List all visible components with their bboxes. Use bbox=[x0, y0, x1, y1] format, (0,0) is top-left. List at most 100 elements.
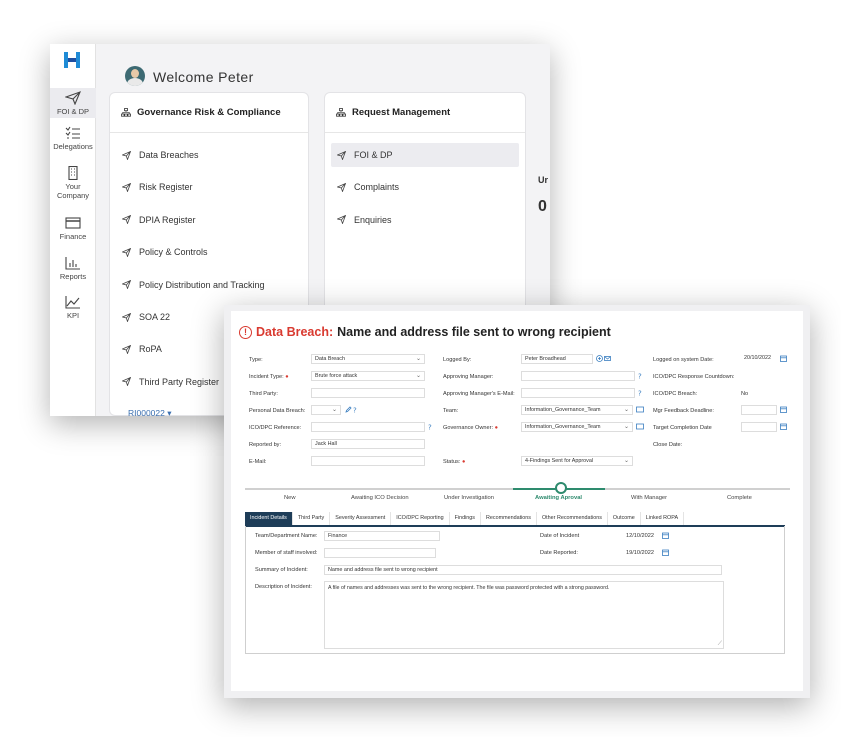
tab-incident-details[interactable]: Incident Details bbox=[245, 512, 293, 525]
data-breach-record-window: ! Data Breach: Name and address file sen… bbox=[224, 305, 810, 698]
record-form: ! Data Breach: Name and address file sen… bbox=[231, 311, 803, 691]
building-icon bbox=[68, 166, 78, 180]
menu-item-label: Data Breaches bbox=[139, 150, 199, 160]
avatar[interactable] bbox=[125, 66, 145, 86]
staff-involved-field[interactable] bbox=[324, 548, 436, 558]
logged-on-date-field[interactable]: 20/10/2022 bbox=[741, 354, 777, 364]
email-field[interactable] bbox=[311, 456, 425, 466]
rm-panel-header: Request Management bbox=[325, 93, 525, 133]
governance-owner-label-text: Governance Owner: bbox=[443, 425, 494, 431]
record-type-label: Data Breach: bbox=[256, 325, 334, 339]
rm-menu-item[interactable]: Enquiries bbox=[331, 208, 519, 232]
incident-type-select[interactable]: Brute force attack ⌄ bbox=[311, 371, 425, 381]
reference-link[interactable]: RI000022 ▾ bbox=[128, 408, 172, 419]
add-user-icon[interactable] bbox=[596, 355, 603, 362]
rail-item-delegations[interactable]: Delegations bbox=[50, 126, 96, 151]
reported-by-label: Reported by: bbox=[249, 442, 282, 448]
resize-handle-icon[interactable]: ⟋ bbox=[718, 641, 722, 648]
tab-ico-dpc-reporting[interactable]: ICO/DPC Reporting bbox=[391, 512, 450, 525]
step-complete[interactable]: Complete bbox=[727, 495, 752, 501]
rail-item-finance[interactable]: Finance bbox=[50, 216, 96, 241]
governance-owner-select[interactable]: Information_Governance_Team ⌄ bbox=[521, 422, 633, 432]
paper-plane-icon bbox=[122, 344, 131, 354]
ico-reference-field[interactable] bbox=[311, 422, 425, 432]
step-awaiting-approval[interactable]: Awaiting Aproval bbox=[535, 495, 582, 501]
rm-menu-item[interactable]: Complaints bbox=[331, 175, 519, 199]
rm-menu-item[interactable]: FOI & DP bbox=[331, 143, 519, 167]
reference-link-text: RI000022 bbox=[128, 408, 165, 418]
mail-icon[interactable] bbox=[604, 355, 611, 362]
paper-plane-icon bbox=[122, 182, 131, 192]
description-label: Description of Incident: bbox=[255, 584, 312, 590]
grc-menu-item[interactable]: Risk Register bbox=[116, 175, 193, 199]
grc-menu-item[interactable]: RoPA bbox=[116, 337, 162, 361]
grc-menu-item[interactable]: Policy & Controls bbox=[116, 240, 208, 264]
tab-outcome[interactable]: Outcome bbox=[608, 512, 641, 525]
grc-menu-item[interactable]: Policy Distribution and Tracking bbox=[116, 273, 265, 297]
approving-manager-email-field[interactable] bbox=[521, 388, 635, 398]
chevron-down-icon: ⌄ bbox=[623, 407, 629, 413]
summary-field[interactable]: Name and address file sent to wrong reci… bbox=[324, 565, 722, 575]
rail-item-reports[interactable]: Reports bbox=[50, 256, 96, 281]
rail-item-your-company[interactable]: Your Company bbox=[50, 166, 96, 200]
id-card-icon[interactable] bbox=[636, 406, 644, 413]
tab-other-recommendations[interactable]: Other Recommendations bbox=[537, 512, 608, 525]
paper-plane-icon bbox=[337, 215, 346, 225]
calendar-icon[interactable] bbox=[780, 406, 787, 413]
help-icon[interactable]: ? bbox=[637, 372, 644, 380]
grc-menu-item[interactable]: Third Party Register bbox=[116, 370, 219, 394]
rail-item-foi-dp[interactable]: FOI & DP bbox=[50, 88, 96, 118]
target-completion-field[interactable] bbox=[741, 422, 777, 432]
rail-item-kpi[interactable]: KPI bbox=[50, 295, 96, 320]
step-awaiting-ico-decision[interactable]: Awaiting ICO Decision bbox=[351, 495, 409, 501]
grc-menu-item[interactable]: SOA 22 bbox=[116, 305, 170, 329]
summary-label: Summary of Incident: bbox=[255, 567, 308, 573]
id-card-icon[interactable] bbox=[636, 423, 644, 430]
step-new[interactable]: New bbox=[284, 495, 296, 501]
mgr-feedback-deadline-field[interactable] bbox=[741, 405, 777, 415]
menu-item-label: Risk Register bbox=[139, 182, 193, 193]
help-icon[interactable]: ? bbox=[637, 389, 644, 397]
chevron-down-icon: ⌄ bbox=[331, 407, 337, 413]
tab-third-party[interactable]: Third Party bbox=[293, 512, 331, 525]
date-reported-value[interactable]: 19/10/2022 bbox=[626, 550, 654, 556]
edit-icon[interactable] bbox=[345, 406, 352, 413]
description-textarea[interactable]: A file of names and addresses was sent t… bbox=[324, 581, 724, 649]
reported-by-field[interactable]: Jack Hall bbox=[311, 439, 425, 449]
help-icon[interactable]: ? bbox=[352, 406, 359, 414]
tab-findings[interactable]: Findings bbox=[450, 512, 482, 525]
grc-menu-item[interactable]: Data Breaches bbox=[116, 143, 199, 167]
personal-data-breach-label: Personal Data Breach: bbox=[249, 408, 306, 414]
team-select[interactable]: Information_Governance_Team ⌄ bbox=[521, 405, 633, 415]
calendar-icon[interactable] bbox=[662, 549, 669, 556]
third-party-field[interactable] bbox=[311, 388, 425, 398]
tab-linked-ropa[interactable]: Linked ROPA bbox=[641, 512, 685, 525]
required-marker: ● bbox=[285, 374, 289, 380]
date-of-incident-label: Date of Incident bbox=[540, 533, 580, 539]
grc-menu-item[interactable]: DPIA Register bbox=[116, 208, 196, 232]
paper-plane-icon bbox=[122, 280, 131, 290]
type-select[interactable]: Data Breach ⌄ bbox=[311, 354, 425, 364]
calendar-icon[interactable] bbox=[780, 423, 787, 430]
calendar-icon[interactable] bbox=[662, 532, 669, 539]
help-icon[interactable]: ? bbox=[427, 423, 434, 431]
paper-plane-icon bbox=[337, 150, 346, 160]
menu-item-label: Policy Distribution and Tracking bbox=[139, 279, 265, 290]
approving-manager-field[interactable] bbox=[521, 371, 635, 381]
tab-severity-assessment[interactable]: Severity Assessment bbox=[330, 512, 392, 525]
team-department-field[interactable]: Finance bbox=[324, 531, 440, 541]
step-with-manager[interactable]: With Manager bbox=[631, 495, 667, 501]
personal-data-breach-select[interactable]: ⌄ bbox=[311, 405, 341, 415]
incident-type-label: Incident Type: ● bbox=[249, 374, 289, 380]
date-reported-label: Date Reported: bbox=[540, 550, 578, 556]
step-under-investigation[interactable]: Under Investigation bbox=[444, 495, 494, 501]
status-select[interactable]: 4-Findings Sent for Approval ⌄ bbox=[521, 456, 633, 466]
calendar-icon[interactable] bbox=[780, 355, 787, 362]
rail-label: Reports bbox=[59, 272, 87, 281]
date-of-incident-value[interactable]: 12/10/2022 bbox=[626, 533, 654, 539]
tab-recommendations[interactable]: Recommendations bbox=[481, 512, 537, 525]
menu-item-label: Complaints bbox=[354, 182, 400, 193]
ico-breach-label: ICO/DPC Breach: bbox=[653, 391, 698, 397]
type-label: Type: bbox=[249, 357, 263, 363]
logged-by-field[interactable]: Peter Broadhead bbox=[521, 354, 593, 364]
